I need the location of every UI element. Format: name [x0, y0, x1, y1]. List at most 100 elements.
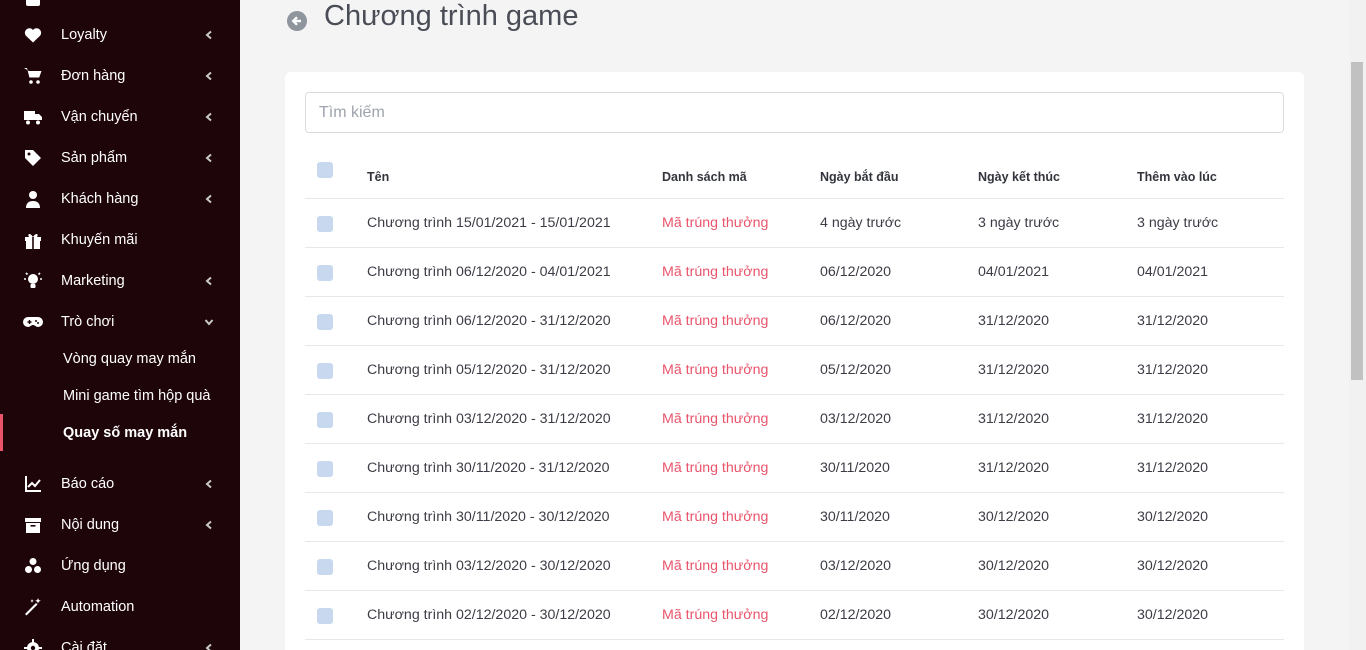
table-row[interactable]: Chương trình 05/12/2020 - 31/12/2020 Mã t…	[305, 346, 1284, 395]
cell-added-at: 31/12/2020	[1137, 411, 1209, 427]
cell-code-list[interactable]: Mã trúng thưởng	[662, 215, 768, 231]
cell-added-at: 30/12/2020	[1137, 558, 1209, 574]
sidebar-item-1[interactable]: Đơn hàng	[0, 55, 240, 96]
cell-code-list[interactable]: Mã trúng thưởng	[662, 558, 768, 574]
sidebar-item-102[interactable]: Ứng dụng	[0, 545, 240, 586]
cell-start-date: 03/12/2020	[820, 411, 892, 427]
cell-name[interactable]: Chương trình 06/12/2020 - 31/12/2020	[367, 313, 611, 329]
gear-icon	[22, 637, 44, 650]
sidebar-item-label: Nội dung	[61, 516, 120, 533]
scrollbar-thumb[interactable]	[1351, 62, 1363, 380]
cell-start-date: 30/11/2020	[820, 460, 890, 476]
cubes-icon	[22, 555, 44, 577]
sidebar-subitem-label: Mini game tìm hộp quà	[63, 387, 211, 404]
row-checkbox[interactable]	[317, 461, 333, 477]
table-row[interactable]: Chương trình 30/11/2020 - 30/12/2020 Mã t…	[305, 493, 1284, 542]
chevron-left-icon	[203, 519, 215, 531]
games-card: Tên Danh sách mã Ngày bắt đầu Ngày kết t…	[285, 72, 1304, 650]
cell-end-date: 3 ngày trước	[978, 215, 1060, 231]
sidebar-item-3[interactable]: Sản phẩm	[0, 137, 240, 178]
cell-end-date: 31/12/2020	[978, 411, 1050, 427]
select-all-checkbox[interactable]	[317, 162, 333, 178]
cell-end-date: 31/12/2020	[978, 313, 1050, 329]
table-row[interactable]: Chương trình 30/11/2020 - 31/12/2020 Mã t…	[305, 444, 1284, 493]
sidebar-item-6[interactable]: Marketing	[0, 260, 240, 301]
chevron-left-icon	[203, 70, 215, 82]
cell-name[interactable]: Chương trình 05/12/2020 - 31/12/2020	[367, 362, 611, 378]
row-checkbox[interactable]	[317, 314, 333, 330]
table-row[interactable]: Chương trình 06/12/2020 - 31/12/2020 Mã t…	[305, 297, 1284, 346]
cell-name[interactable]: Chương trình 03/12/2020 - 31/12/2020	[367, 411, 611, 427]
sidebar-item-label: Ứng dụng	[61, 557, 126, 574]
sidebar-item-label: Khách hàng	[61, 190, 139, 207]
cell-added-at: 04/01/2021	[1137, 264, 1209, 280]
cell-code-list[interactable]: Mã trúng thưởng	[662, 509, 768, 525]
column-header-name[interactable]: Tên	[367, 170, 389, 184]
cell-name[interactable]: Chương trình 02/12/2020 - 30/12/2020	[367, 607, 611, 623]
sidebar-subitem-gift-box-game[interactable]: Mini game tìm hộp quà	[0, 377, 240, 414]
cell-code-list[interactable]: Mã trúng thưởng	[662, 313, 768, 329]
cell-end-date: 30/12/2020	[978, 509, 1050, 525]
cell-name[interactable]: Chương trình 03/12/2020 - 30/12/2020	[367, 558, 611, 574]
row-checkbox[interactable]	[317, 412, 333, 428]
cell-start-date: 05/12/2020	[820, 362, 892, 378]
cell-code-list[interactable]: Mã trúng thưởng	[662, 607, 768, 623]
row-checkbox[interactable]	[317, 559, 333, 575]
column-header-code-list[interactable]: Danh sách mã	[662, 170, 747, 184]
sidebar-item-101[interactable]: Nội dung	[0, 504, 240, 545]
cell-start-date: 03/12/2020	[820, 558, 892, 574]
back-button[interactable]	[287, 11, 307, 31]
sidebar-item-5[interactable]: Khuyến mãi	[0, 219, 240, 260]
column-header-start-date[interactable]: Ngày bắt đầu	[820, 170, 899, 184]
sidebar-item-100[interactable]: Báo cáo	[0, 463, 240, 504]
cell-added-at: 31/12/2020	[1137, 460, 1209, 476]
table-row[interactable]: Chương trình 03/12/2020 - 31/12/2020 Mã t…	[305, 395, 1284, 444]
row-checkbox[interactable]	[317, 510, 333, 526]
row-checkbox[interactable]	[317, 216, 333, 232]
table-row[interactable]: Chương trình 06/12/2020 - 04/01/2021 Mã t…	[305, 248, 1284, 297]
table-row[interactable]: Chương trình 15/01/2021 - 15/01/2021 Mã t…	[305, 199, 1284, 248]
cell-name[interactable]: Chương trình 06/12/2020 - 04/01/2021	[367, 264, 611, 280]
sidebar-subitem-lucky-draw[interactable]: Quay số may mắn	[0, 414, 240, 451]
cell-code-list[interactable]: Mã trúng thưởng	[662, 460, 768, 476]
cell-name[interactable]: Chương trình 30/11/2020 - 30/12/2020	[367, 509, 610, 525]
tag-icon	[22, 147, 44, 169]
row-checkbox[interactable]	[317, 265, 333, 281]
column-header-added-at[interactable]: Thêm vào lúc	[1137, 170, 1217, 184]
sidebar-item-4[interactable]: Khách hàng	[0, 178, 240, 219]
cell-code-list[interactable]: Mã trúng thưởng	[662, 362, 768, 378]
chevron-left-icon	[203, 275, 215, 287]
sidebar-item-label: Loyalty	[61, 26, 107, 43]
chevron-left-icon	[203, 29, 215, 41]
cell-start-date: 06/12/2020	[820, 313, 892, 329]
lightbulb-icon	[22, 270, 44, 292]
row-checkbox[interactable]	[317, 608, 333, 624]
chevron-down-icon	[203, 316, 215, 328]
sidebar-subitem-lucky-wheel[interactable]: Vòng quay may mắn	[0, 340, 240, 377]
sidebar-item-103[interactable]: Automation	[0, 586, 240, 627]
cart-icon	[22, 65, 44, 87]
page-title: Chương trình game	[324, 0, 579, 32]
sidebar-item-2[interactable]: Vận chuyển	[0, 96, 240, 137]
sidebar-item-0[interactable]: Loyalty	[0, 14, 240, 55]
cell-added-at: 3 ngày trước	[1137, 215, 1219, 231]
cell-code-list[interactable]: Mã trúng thưởng	[662, 411, 768, 427]
search-input[interactable]	[305, 92, 1284, 133]
table-row[interactable]: Chương trình 03/12/2020 - 30/12/2020 Mã t…	[305, 542, 1284, 591]
sidebar-item-label: Sản phẩm	[61, 149, 128, 166]
sidebar-item-7[interactable]: Trò chơi	[0, 301, 240, 342]
cell-name[interactable]: Chương trình 15/01/2021 - 15/01/2021	[367, 215, 611, 231]
heart-icon	[22, 24, 44, 46]
page-scrollbar[interactable]	[1349, 0, 1366, 650]
cell-start-date: 4 ngày trước	[820, 215, 902, 231]
cell-code-list[interactable]: Mã trúng thưởng	[662, 264, 768, 280]
chevron-left-icon	[203, 478, 215, 490]
cell-added-at: 30/12/2020	[1137, 509, 1209, 525]
chart-line-icon	[22, 473, 44, 495]
table-row[interactable]: Chương trình 02/12/2020 - 30/12/2020 Mã t…	[305, 591, 1284, 640]
column-header-end-date[interactable]: Ngày kết thúc	[978, 170, 1060, 184]
row-checkbox[interactable]	[317, 363, 333, 379]
sidebar: Loyalty Đơn hàng Vận chuyển Sản phẩm Khách h…	[0, 0, 240, 650]
cell-name[interactable]: Chương trình 30/11/2020 - 31/12/2020	[367, 460, 610, 476]
sidebar-item-104[interactable]: Cài đặt	[0, 627, 240, 650]
